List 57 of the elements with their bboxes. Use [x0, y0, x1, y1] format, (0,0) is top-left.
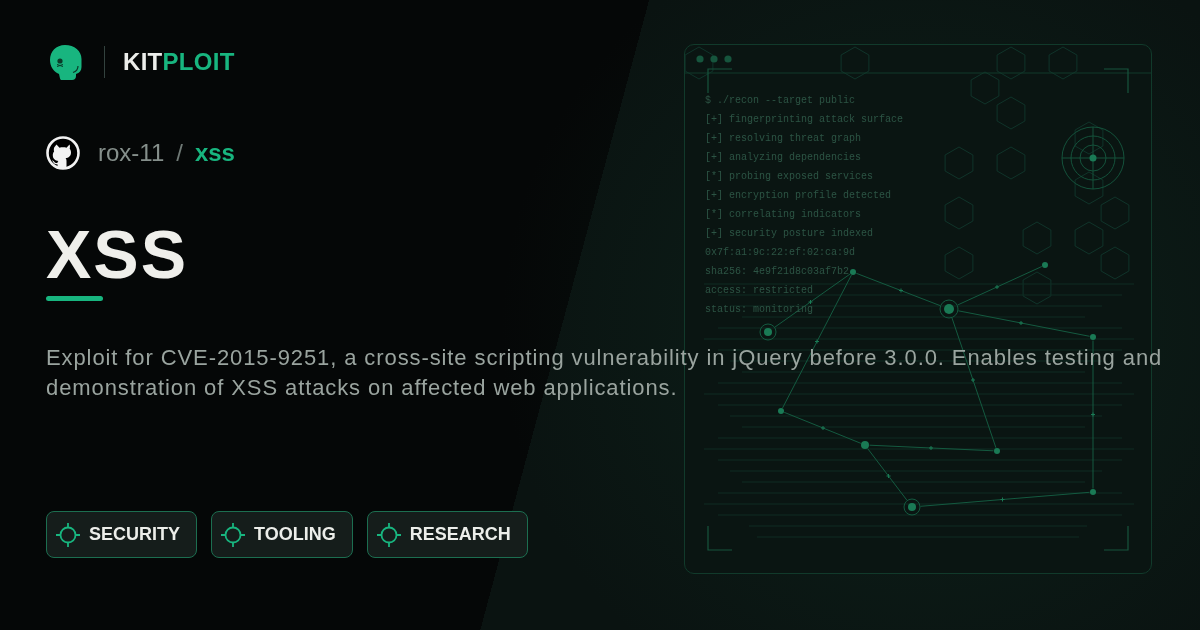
terminal-line: [+] security posture indexed: [705, 227, 874, 241]
head-logo-icon: [48, 44, 84, 80]
terminal-line: 0x7f:a1:9c:22:ef:02:ca:9d: [705, 246, 856, 260]
tag-label: SECURITY: [89, 524, 180, 545]
corner-bracket-icon: [1103, 68, 1129, 94]
graph-node: [939, 299, 959, 319]
terminal-line: $ ./recon --target public: [705, 94, 856, 108]
hexagon-outline: [1100, 246, 1130, 280]
hexagon-outline: [944, 246, 974, 280]
repo-owner: rox-11: [98, 139, 165, 167]
terminal-line: [+] encryption profile detected: [705, 189, 892, 203]
hexagon-outline: [1074, 221, 1104, 255]
page-title: XSS: [46, 220, 189, 288]
tag-label: TOOLING: [254, 524, 336, 545]
window-dot-icon: [724, 55, 732, 63]
graph-node: [1042, 262, 1048, 268]
hexagon-outline: [996, 146, 1026, 180]
hexagon-outline: [944, 146, 974, 180]
terminal-line: [*] probing exposed services: [705, 170, 874, 184]
terminal-line: sha256: 4e9f21d8c03af7b2: [705, 265, 850, 279]
window-dot-icon: [710, 55, 718, 63]
terminal-line: status: monitoring: [705, 303, 814, 317]
graph-node: [778, 408, 784, 414]
hexagon-outline: [1022, 221, 1052, 255]
terminal-line: [+] resolving threat graph: [705, 132, 862, 146]
graph-node: [903, 498, 921, 516]
terminal-line: [+] analyzing dependencies: [705, 151, 862, 165]
hexagon-outline: [970, 71, 1000, 105]
terminal-line: access: restricted: [705, 284, 814, 298]
window-dot-icon: [696, 55, 704, 63]
hexagon-outline: [1074, 171, 1104, 205]
terminal-line: [+] fingerprinting attack surface: [705, 113, 904, 127]
terminal-line: [*] correlating indicators: [705, 208, 862, 222]
tag-label: RESEARCH: [409, 524, 511, 545]
crosshair-icon: [56, 522, 80, 547]
hexagon-outline: [1074, 121, 1104, 155]
hexagon-outline: [996, 96, 1026, 130]
graph-node: [861, 441, 869, 449]
brand-name: KITPLOIT: [123, 48, 235, 76]
description-text: Exploit for CVE-2015-9251, a cross-site scripting vulnerability in jQuery before 3.0.0. Enables testing and demonstration of XSS attacks on affected web applications.: [46, 344, 1164, 402]
target-icon: [1061, 126, 1125, 190]
graph-node: [994, 448, 1000, 454]
path-separator: /: [176, 139, 183, 167]
hexagon-outline: [944, 196, 974, 230]
corner-bracket-icon: [1103, 525, 1129, 551]
crosshair-icon: [376, 522, 401, 547]
corner-bracket-icon: [707, 68, 733, 94]
graph-node: [1090, 334, 1096, 340]
accent-bar: [46, 296, 103, 301]
crosshair-icon: [221, 522, 245, 547]
repo-name: xss: [194, 139, 235, 167]
graph-node: [850, 269, 856, 275]
graph-node: [759, 323, 777, 341]
hexagon-outline: [1100, 196, 1130, 230]
corner-bracket-icon: [707, 525, 733, 551]
graph-node: [1090, 489, 1096, 495]
github-icon: [46, 136, 80, 170]
